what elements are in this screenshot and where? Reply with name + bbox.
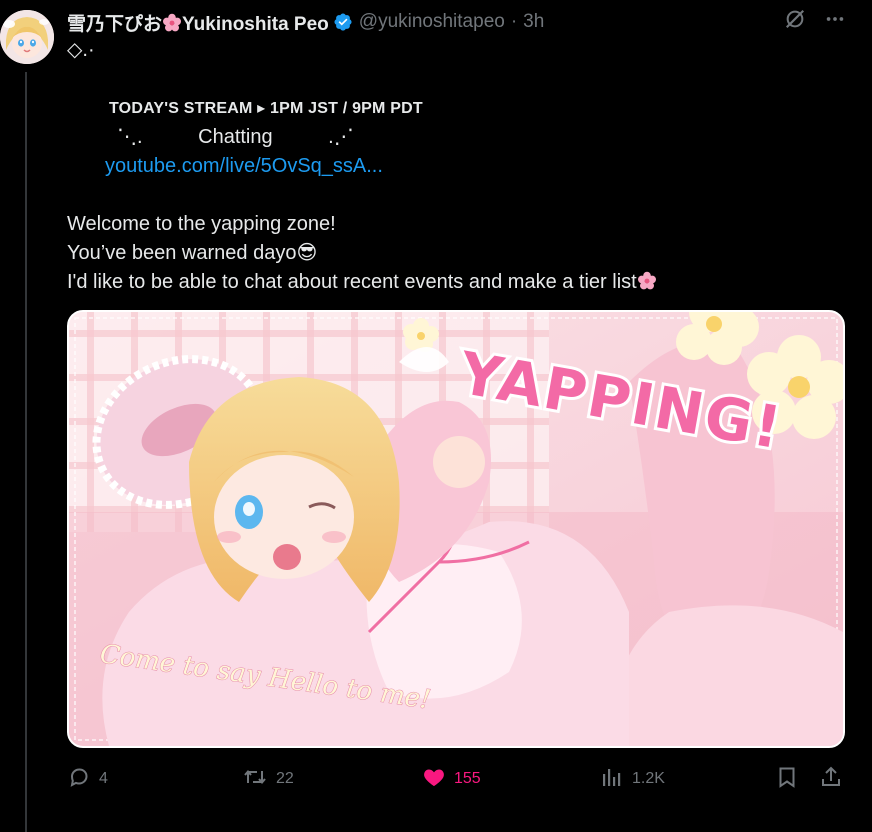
text-line-2 bbox=[67, 65, 847, 94]
tweet-header: 雪乃下ぴお Yukinoshita Peo @yukinoshitapeo · 3… bbox=[67, 8, 872, 36]
like-button[interactable]: 155 bbox=[422, 764, 481, 794]
bookmark-button[interactable] bbox=[775, 764, 799, 794]
like-count: 155 bbox=[454, 770, 481, 787]
more-icon[interactable] bbox=[824, 8, 846, 30]
sakura-icon bbox=[162, 13, 182, 33]
author-handle[interactable]: @yukinoshitapeo bbox=[359, 11, 505, 33]
reply-count: 4 bbox=[99, 770, 108, 787]
repost-icon bbox=[242, 765, 268, 794]
heart-icon bbox=[422, 765, 446, 794]
stream-schedule: TODAY'S STREAM ▸ 1PM JST / 9PM PDT bbox=[109, 100, 423, 117]
reply-button[interactable]: 4 bbox=[67, 764, 108, 794]
grok-icon[interactable] bbox=[784, 8, 806, 30]
header-actions bbox=[784, 8, 846, 30]
tweet-actions: 4 22 155 1.2K bbox=[67, 764, 847, 794]
text-line-6 bbox=[67, 181, 847, 210]
share-button[interactable] bbox=[819, 764, 843, 794]
timestamp[interactable]: 3h bbox=[523, 11, 544, 33]
bookmark-icon bbox=[775, 765, 799, 794]
verified-icon bbox=[333, 12, 353, 32]
stream-topic: ⋱. Chatting .⋰ bbox=[117, 126, 354, 148]
views-icon bbox=[600, 765, 624, 794]
display-name[interactable]: 雪乃下ぴお Yukinoshita Peo bbox=[67, 9, 329, 36]
display-name-japanese: 雪乃下ぴお bbox=[67, 13, 163, 35]
reply-icon bbox=[67, 765, 91, 794]
repost-button[interactable]: 22 bbox=[242, 764, 294, 794]
stream-link[interactable]: youtube.com/live/5OvSq_ssA... bbox=[67, 152, 847, 181]
sakura-icon bbox=[637, 271, 657, 291]
display-name-latin: Yukinoshita Peo bbox=[182, 13, 329, 35]
text-line-1: ◇.· bbox=[67, 39, 95, 61]
header-separator: · bbox=[510, 11, 518, 32]
text-line-8: You’ve been warned dayo😎 bbox=[67, 242, 318, 264]
thread-line bbox=[25, 72, 27, 832]
views-count: 1.2K bbox=[632, 770, 665, 787]
text-line-7: Welcome to the yapping zone! bbox=[67, 213, 336, 235]
tweet-text: ◇.· TODAY'S STREAM ▸ 1PM JST / 9PM PDT ⋱… bbox=[67, 36, 847, 297]
repost-count: 22 bbox=[276, 770, 294, 787]
text-line-9-content: I'd like to be able to chat about recent… bbox=[67, 271, 637, 293]
text-line-9: I'd like to be able to chat about recent… bbox=[67, 268, 847, 297]
tweet-media-image[interactable]: YAPPING! Come to say Hello to me! bbox=[67, 310, 845, 748]
share-icon bbox=[819, 765, 843, 794]
views-button[interactable]: 1.2K bbox=[600, 764, 665, 794]
avatar[interactable] bbox=[0, 10, 54, 64]
